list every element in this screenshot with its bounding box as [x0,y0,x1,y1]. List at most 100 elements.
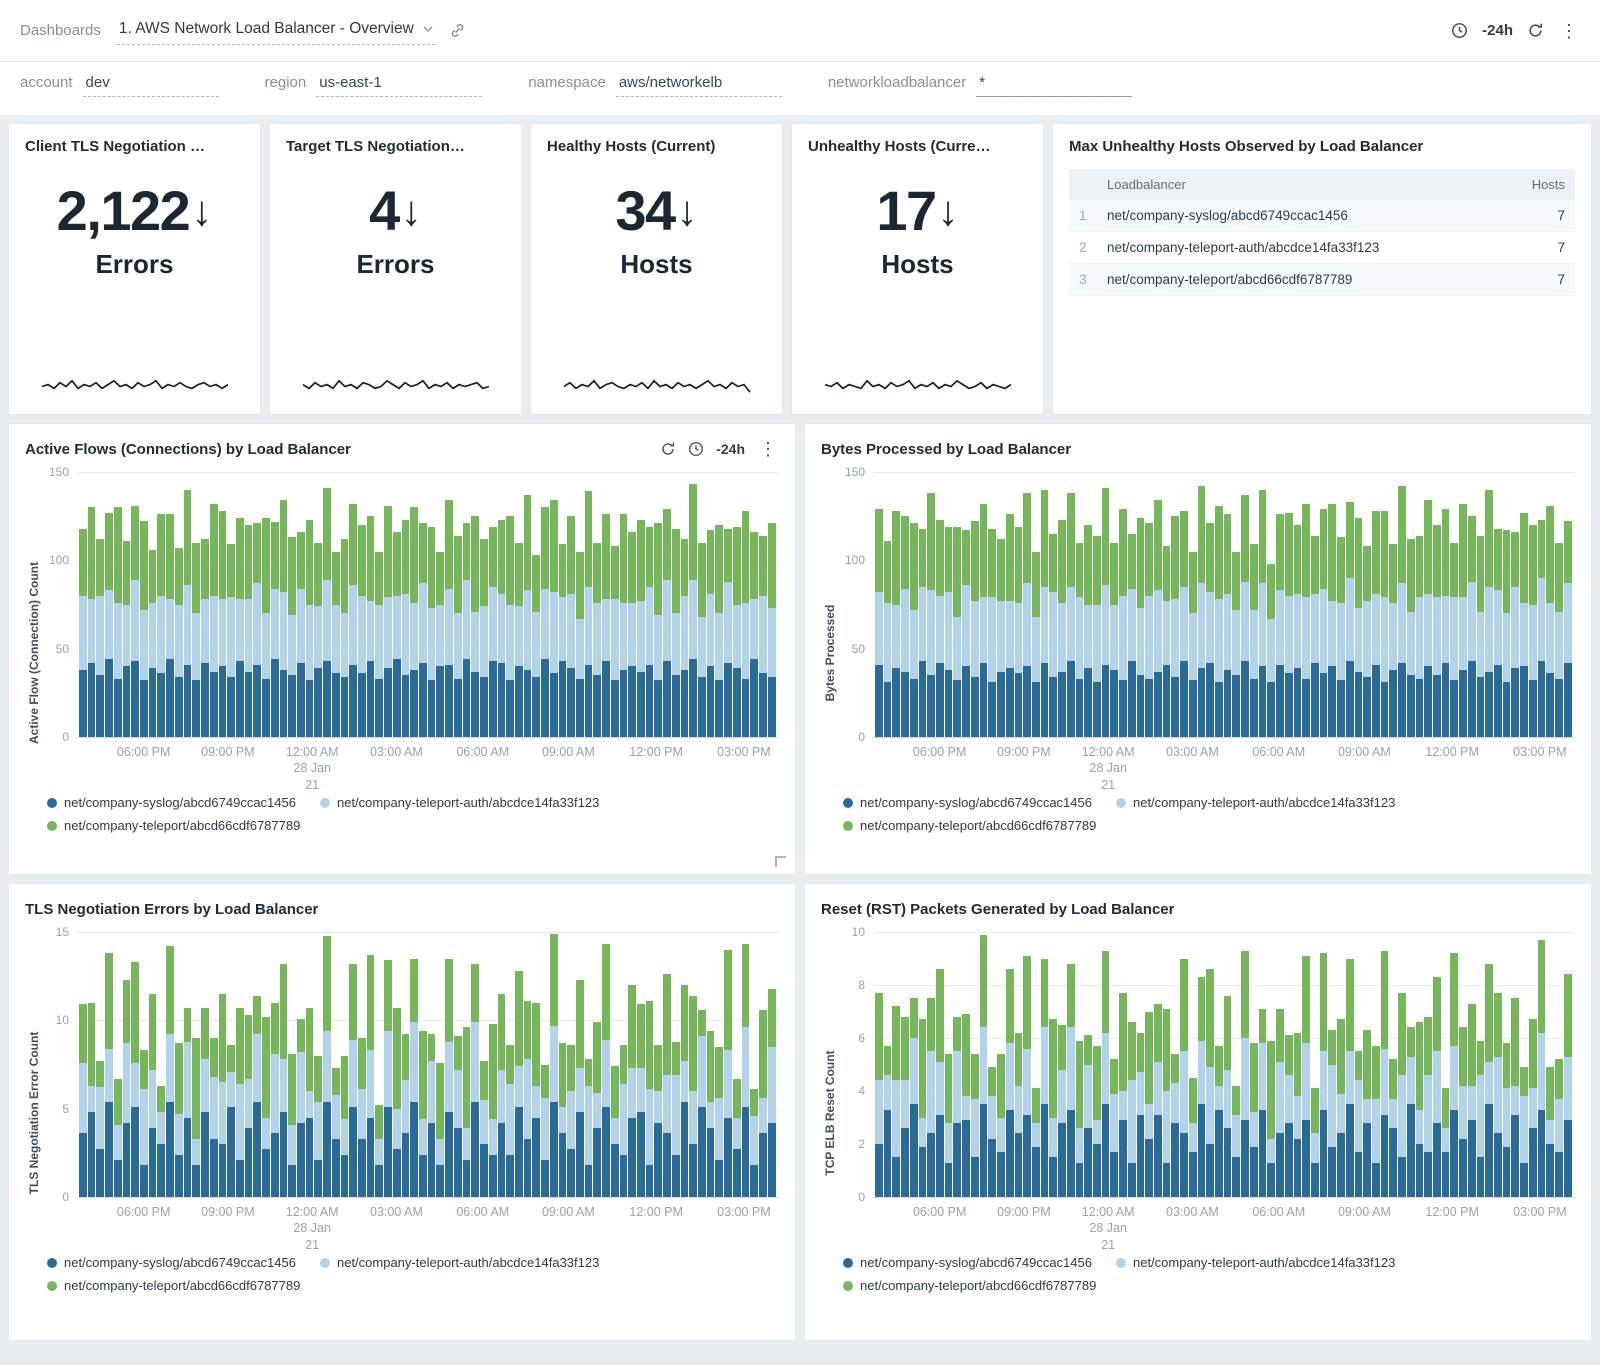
row-index: 3 [1069,264,1097,296]
bar-segment [1224,670,1232,737]
kpi-title: Client TLS Negotiation … [25,138,244,155]
plot-area[interactable] [873,932,1575,1197]
legend-item[interactable]: net/company-syslog/abcd6749ccac1456 [843,795,1092,810]
dashboard-title-dropdown[interactable]: 1. AWS Network Load Balancer - Overview [117,16,435,45]
bar-segment [445,589,453,665]
bar-segment [1520,666,1528,737]
kebab-menu-icon[interactable]: ⋮ [1558,22,1580,40]
stacked-bar [306,932,314,1197]
legend-item[interactable]: net/company-syslog/abcd6749ccac1456 [47,1255,296,1270]
stacked-bar [945,932,953,1197]
bar-segment [1398,663,1406,737]
bar-segment [541,1160,549,1197]
x-tick-label: 12:00 AM28 Jan21 [1082,1204,1135,1253]
filter-account-value[interactable]: dev [83,74,219,97]
y-axis-title: Active Flow (Connection) Count [25,472,43,833]
bar-segment [489,661,497,737]
column-header-loadbalancer[interactable]: Loadbalancer [1097,169,1509,200]
top-bar: Dashboards 1. AWS Network Load Balancer … [0,0,1600,62]
resize-handle-icon[interactable] [775,856,786,867]
bar-segment [96,539,104,596]
bars [79,472,777,737]
refresh-icon[interactable] [1527,22,1544,39]
stacked-bar [1058,472,1066,737]
refresh-icon[interactable] [660,441,676,457]
bar-segment [114,1125,122,1160]
bar-segment [672,613,680,675]
bar-segment [1137,518,1145,608]
bar-segment [698,617,706,677]
bar-segment [454,1128,462,1197]
legend-item[interactable]: net/company-teleport/abcd66cdf6787789 [843,1278,1096,1293]
stacked-bar [611,932,619,1197]
bar-segment [988,1096,996,1138]
stacked-bar [471,932,479,1197]
bar-segment [506,680,514,737]
legend-item[interactable]: net/company-teleport-auth/abcdce14fa33f1… [320,1255,599,1270]
kpi-sparkline [562,376,752,398]
bar-segment [428,1034,436,1061]
stacked-bar [1137,932,1145,1197]
bar-segment [1442,509,1450,596]
bar-segment [1398,1075,1406,1157]
stacked-bar [988,932,996,1197]
legend-item[interactable]: net/company-teleport/abcd66cdf6787789 [47,818,300,833]
bar-segment [1224,996,1232,1070]
bar-segment [184,1042,192,1118]
plot-area[interactable] [873,472,1575,737]
filter-namespace-value[interactable]: aws/networkelb [616,74,782,97]
bar-segment [663,509,671,580]
bar-segment [559,1107,567,1134]
bar-segment [1250,610,1258,679]
filter-region-value[interactable]: us-east-1 [316,74,482,97]
legend-item[interactable]: net/company-syslog/abcd6749ccac1456 [47,795,296,810]
column-header-hosts[interactable]: Hosts [1509,169,1575,200]
clock-icon[interactable] [688,441,704,457]
bar-segment [1023,493,1031,583]
bar-segment [1232,552,1240,610]
bar-segment [637,1068,645,1112]
bar-segment [733,668,741,737]
plot-area[interactable] [77,932,779,1197]
panel-time-range[interactable]: -24h [716,441,745,457]
stacked-bar [884,932,892,1197]
y-tick-label: 0 [62,1190,69,1204]
bar-segment [1520,513,1528,603]
bar-segment [436,1165,444,1197]
legend-item[interactable]: net/company-teleport-auth/abcdce14fa33f1… [320,795,599,810]
bar-segment [1529,605,1537,681]
link-icon[interactable] [449,22,466,39]
y-axis: 050100150 [43,472,77,737]
bar-segment [1485,964,1493,1062]
bar-segment [593,603,601,675]
bar-segment [175,677,183,737]
time-range[interactable]: -24h [1482,22,1513,39]
bar-segment [1198,486,1206,583]
legend-item[interactable]: net/company-syslog/abcd6749ccac1456 [843,1255,1092,1270]
bar-segment [445,1112,453,1197]
x-tick-label: 06:00 AM [1252,1204,1305,1220]
stacked-bar [1538,472,1546,737]
legend-item[interactable]: net/company-teleport/abcd66cdf6787789 [47,1278,300,1293]
legend-item[interactable]: net/company-teleport-auth/abcdce14fa33f1… [1116,795,1395,810]
kebab-menu-icon[interactable]: ⋮ [757,440,779,458]
bar-segment [210,596,218,672]
clock-icon[interactable] [1451,22,1468,39]
x-tick-label: 06:00 PM [913,744,967,760]
stacked-bar [166,472,174,737]
stacked-bar [1424,472,1432,737]
filter-networkloadbalancer-value[interactable]: * [976,74,1132,97]
bar-segment [919,661,927,737]
bar-segment [980,504,988,598]
bar-segment [201,599,209,663]
legend-item[interactable]: net/company-teleport/abcd66cdf6787789 [843,818,1096,833]
stacked-bar [971,472,979,737]
stacked-bar [236,932,244,1197]
bar-segment [602,661,610,737]
plot-area[interactable] [77,472,779,737]
bar-segment [1215,1110,1223,1197]
legend-item[interactable]: net/company-teleport-auth/abcdce14fa33f1… [1116,1255,1395,1270]
bar-segment [123,541,131,605]
bar-segment [1459,504,1467,598]
stacked-bar [184,472,192,737]
